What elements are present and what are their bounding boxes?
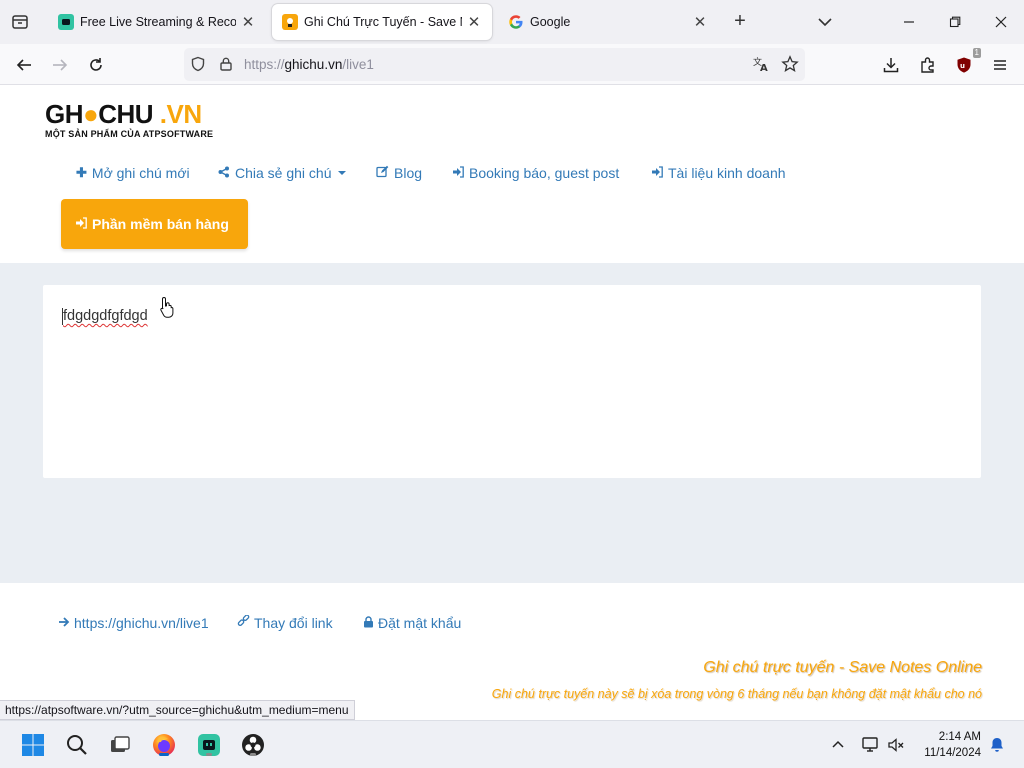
tab-title: Ghi Chú Trực Tuyến - Save Notes xyxy=(304,15,462,29)
menu-label: Tài liệu kinh doanh xyxy=(668,165,786,181)
firefox-icon[interactable] xyxy=(150,731,178,759)
url-text[interactable]: https://ghichu.vn/live1 xyxy=(244,57,374,72)
logo-text-3: .VN xyxy=(159,99,202,129)
obs-icon[interactable] xyxy=(239,731,267,759)
clock-time: 2:14 AM xyxy=(938,731,981,743)
logo-bulb-icon: ● xyxy=(83,99,99,129)
bookmark-star-icon[interactable] xyxy=(780,54,800,74)
cta-label: Phần mềm bán hàng xyxy=(92,216,229,232)
menu-business-docs[interactable]: Tài liệu kinh doanh xyxy=(651,165,786,181)
close-tab-icon[interactable]: ✕ xyxy=(466,13,482,31)
sign-in-icon xyxy=(75,216,87,232)
tab-list-icon[interactable] xyxy=(8,10,32,34)
google-icon xyxy=(508,14,524,30)
new-tab-button[interactable]: + xyxy=(729,10,751,34)
note-url-link[interactable]: https://ghichu.vn/live1 xyxy=(58,615,209,631)
reload-icon[interactable] xyxy=(83,52,109,78)
hamburger-menu-icon[interactable] xyxy=(987,52,1013,78)
lock-icon[interactable] xyxy=(216,54,236,74)
active-indicator xyxy=(159,753,169,756)
close-window-icon[interactable] xyxy=(989,10,1013,34)
shield-icon[interactable] xyxy=(188,54,208,74)
svg-text:u: u xyxy=(960,62,965,70)
menu-new-note[interactable]: ✚ Mở ghi chú mới xyxy=(76,165,190,181)
share-icon xyxy=(218,166,230,181)
sales-software-button[interactable]: Phần mềm bán hàng xyxy=(61,199,248,249)
volume-muted-icon[interactable] xyxy=(882,731,910,759)
minimize-icon[interactable] xyxy=(897,10,921,34)
site-notice: Ghi chú trực tuyến này sẽ bị xóa trong v… xyxy=(491,687,982,701)
back-icon[interactable] xyxy=(11,52,37,78)
clock-date: 11/14/2024 xyxy=(924,747,981,759)
menu-label: Chia sẻ ghi chú xyxy=(235,165,332,181)
lock-icon xyxy=(363,615,374,631)
edit-icon xyxy=(376,165,389,181)
site-tagline: Ghi chú trực tuyến - Save Notes Online xyxy=(703,659,982,676)
tab-title: Free Live Streaming & Recording xyxy=(80,15,236,29)
change-link-button[interactable]: Thay đổi link xyxy=(237,614,333,631)
logo-text-1: GH xyxy=(45,99,84,129)
url-bar[interactable]: https://ghichu.vn/live1 文A xyxy=(184,48,805,81)
url-host: ghichu.vn xyxy=(284,57,343,72)
text-caret xyxy=(62,308,63,325)
hand-cursor-icon xyxy=(160,296,174,318)
url-scheme: https:// xyxy=(244,57,285,72)
downloads-icon[interactable] xyxy=(878,52,904,78)
navigation-toolbar: https://ghichu.vn/live1 文A u 1 xyxy=(0,44,1024,85)
tab-google[interactable]: Google ✕ xyxy=(498,4,718,40)
menu-label: Mở ghi chú mới xyxy=(91,165,190,181)
chevron-down-icon[interactable] xyxy=(814,12,836,32)
extensions-icon[interactable] xyxy=(915,52,941,78)
notification-bell-icon[interactable] xyxy=(983,731,1011,759)
set-password-button[interactable]: Đặt mật khẩu xyxy=(363,615,461,631)
footer-link-label: Thay đổi link xyxy=(254,615,333,631)
task-view-icon[interactable] xyxy=(106,731,134,759)
menu-label: Booking báo, guest post xyxy=(469,165,620,181)
menu-blog[interactable]: Blog xyxy=(376,165,422,181)
logo-text-2: CHU xyxy=(98,99,154,129)
menu-label: Blog xyxy=(394,165,423,181)
sign-in-icon xyxy=(651,165,663,181)
plus-icon: ✚ xyxy=(76,165,87,180)
restore-icon[interactable] xyxy=(943,10,967,34)
close-tab-icon[interactable]: ✕ xyxy=(692,13,708,31)
status-bar-url: https://atpsoftware.vn/?utm_source=ghich… xyxy=(0,700,355,720)
link-icon xyxy=(237,614,250,631)
search-icon[interactable] xyxy=(63,731,91,759)
arrow-right-icon xyxy=(58,616,70,631)
running-indicator xyxy=(206,753,212,756)
windows-start-icon[interactable] xyxy=(19,731,47,759)
footer-link-label: https://ghichu.vn/live1 xyxy=(74,615,209,631)
taskbar-clock[interactable]: 2:14 AM 11/14/2024 xyxy=(917,729,981,761)
note-text[interactable]: fdgdgdfgfdgd xyxy=(63,308,148,324)
logo-tagline: MỘT SẢN PHẨM CỦA ATPSOFTWARE xyxy=(45,129,214,139)
tab-title: Google xyxy=(530,15,571,29)
tab-ghichu[interactable]: Ghi Chú Trực Tuyến - Save Notes ✕ xyxy=(272,4,492,40)
url-path: /live1 xyxy=(342,57,374,72)
streamlabs-icon xyxy=(58,14,74,30)
display-icon[interactable] xyxy=(857,731,885,759)
menu-share-note[interactable]: Chia sẻ ghi chú xyxy=(218,165,346,181)
running-indicator xyxy=(250,753,256,756)
chevron-up-icon[interactable] xyxy=(824,731,852,759)
browser-tabstrip: Free Live Streaming & Recording ✕ Ghi Ch… xyxy=(0,0,1024,44)
site-logo[interactable]: GH●CHU .VN MỘT SẢN PHẨM CỦA ATPSOFTWARE xyxy=(45,99,213,139)
ghichu-icon xyxy=(282,14,298,30)
extension-badge: 1 xyxy=(972,48,981,58)
tab-streamlabs[interactable]: Free Live Streaming & Recording ✕ xyxy=(48,4,266,40)
translate-icon[interactable]: 文A xyxy=(751,54,771,74)
svg-text:A: A xyxy=(760,63,768,73)
windows-taskbar: 2:14 AM 11/14/2024 xyxy=(0,720,1024,768)
logo-wordmark: GH●CHU .VN xyxy=(45,99,213,129)
caret-down-icon xyxy=(337,171,346,175)
streamlabs-icon[interactable] xyxy=(195,731,223,759)
sign-in-icon xyxy=(452,165,464,181)
menu-booking[interactable]: Booking báo, guest post xyxy=(452,165,619,181)
footer-link-label: Đặt mật khẩu xyxy=(378,615,462,631)
note-editor[interactable]: fdgdgdfgfdgd xyxy=(43,285,981,478)
close-tab-icon[interactable]: ✕ xyxy=(240,13,256,31)
web-page: GH●CHU .VN MỘT SẢN PHẨM CỦA ATPSOFTWARE … xyxy=(0,85,1024,719)
forward-icon[interactable] xyxy=(47,52,73,78)
ublock-origin-icon[interactable]: u 1 xyxy=(951,48,981,78)
